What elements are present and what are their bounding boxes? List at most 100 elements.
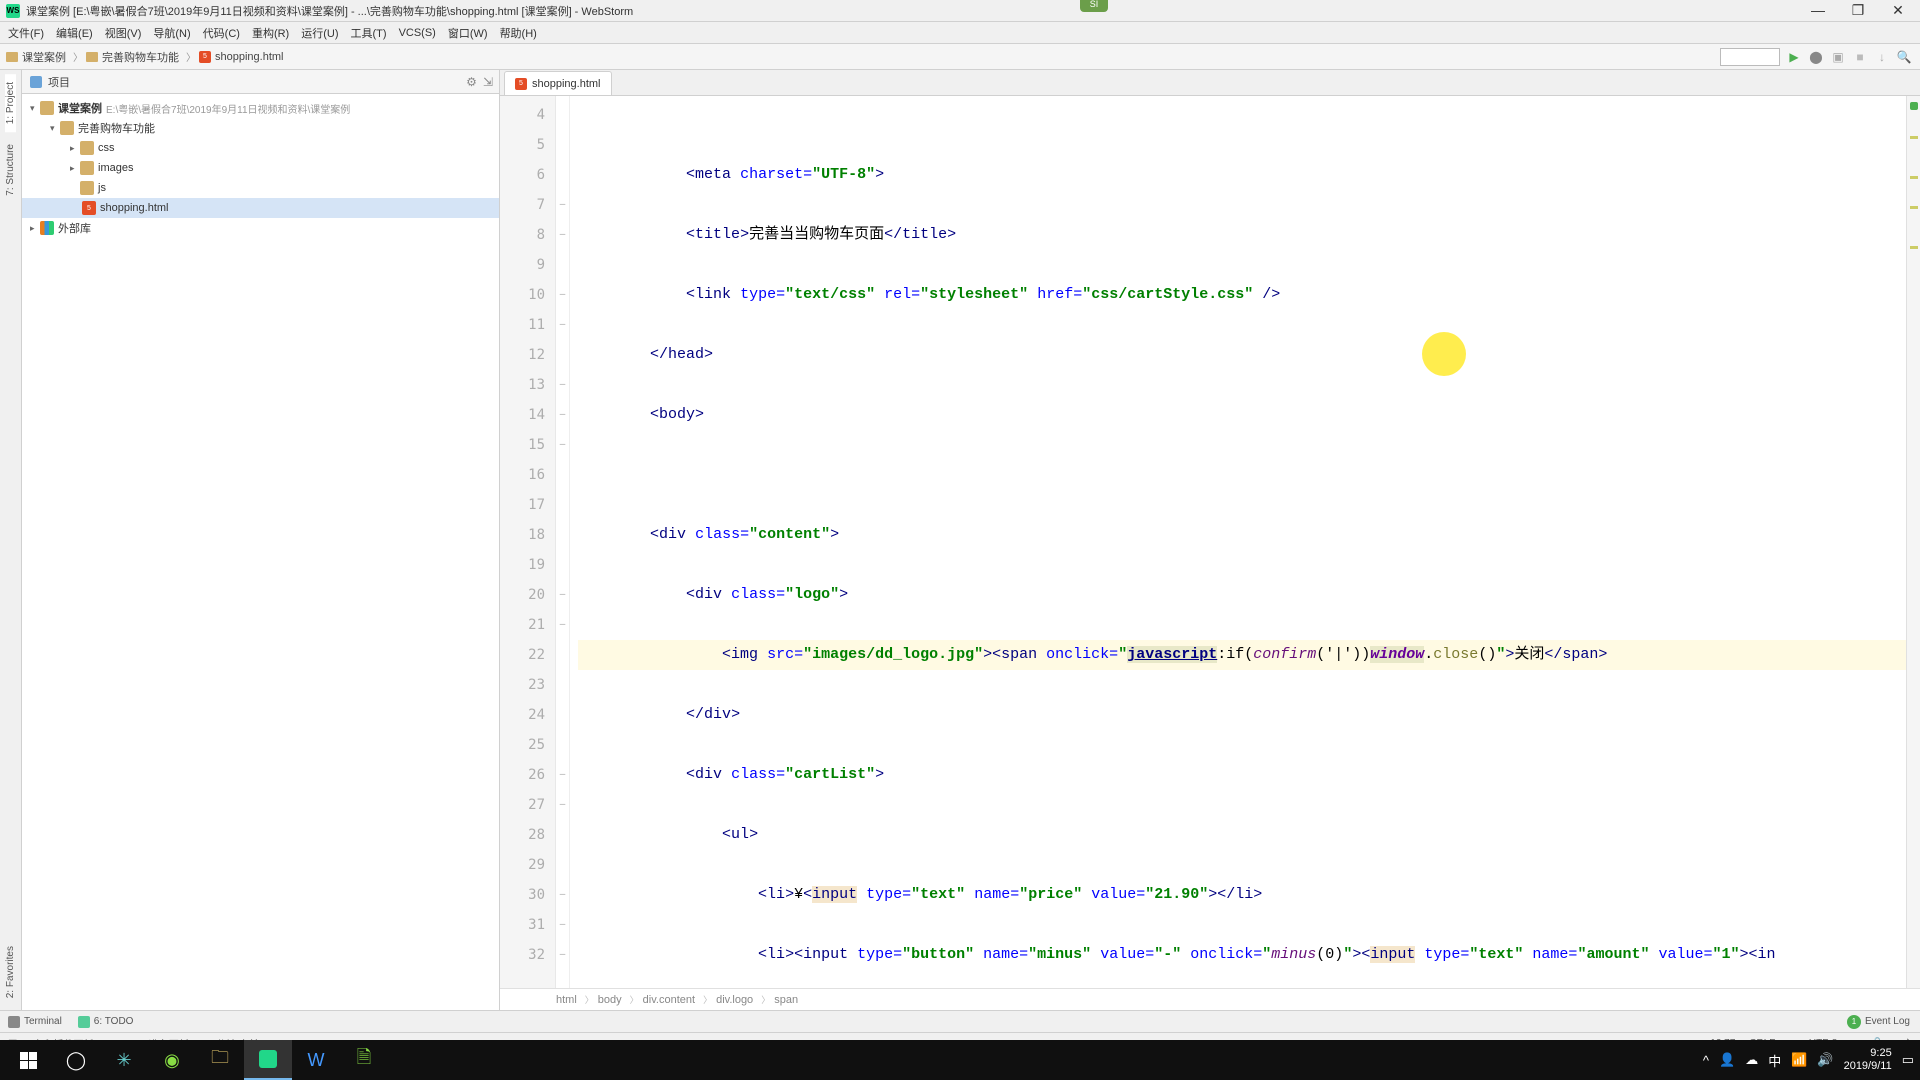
tab-label: Terminal: [24, 1016, 62, 1027]
tab-todo[interactable]: 6: TODO: [78, 1016, 134, 1028]
terminal-icon: [8, 1016, 20, 1028]
breadcrumb-root[interactable]: 课堂案例: [6, 49, 66, 65]
highlight-cursor-icon: [1422, 332, 1466, 376]
editor-breadcrumb: html〉 body〉 div.content〉 div.logo〉 span: [500, 988, 1920, 1010]
tree-arrow-icon[interactable]: ▸: [70, 143, 80, 154]
tree-label: shopping.html: [100, 202, 169, 214]
project-tree[interactable]: ▾ 课堂案例 E:\粤嵌\暑假合7班\2019年9月11日视频和资料\课堂案例 …: [22, 94, 499, 1010]
tray-speaker-icon[interactable]: 🔊: [1817, 1052, 1833, 1068]
coverage-button[interactable]: ▣: [1830, 49, 1846, 65]
tree-label: 完善购物车功能: [78, 120, 155, 136]
close-button[interactable]: ✕: [1878, 0, 1918, 20]
folder-icon: [60, 121, 74, 135]
crumb-html[interactable]: html: [556, 994, 577, 1006]
tab-structure[interactable]: 7: Structure: [5, 136, 16, 204]
event-count-badge: 1: [1847, 1015, 1861, 1029]
menu-view[interactable]: 视图(V): [99, 25, 148, 41]
crumb-div-logo[interactable]: div.logo: [716, 994, 753, 1006]
tree-folder-css[interactable]: ▸ css: [22, 138, 499, 158]
gear-icon[interactable]: ⚙: [466, 75, 477, 89]
code-editor[interactable]: <meta charset="UTF-8"> <title>完善当当购物车页面<…: [570, 96, 1906, 988]
breadcrumb-folder[interactable]: 完善购物车功能: [86, 49, 179, 65]
tab-project[interactable]: 1: Project: [5, 74, 16, 132]
tree-arrow-icon[interactable]: ▾: [50, 123, 60, 134]
start-button[interactable]: [4, 1040, 52, 1080]
tray-cloud-icon[interactable]: ☁: [1745, 1052, 1758, 1068]
editor-body[interactable]: 4567891011121314151617181920212223242526…: [500, 96, 1920, 988]
clock-date: 2019/9/11: [1844, 1060, 1892, 1073]
tree-root[interactable]: ▾ 课堂案例 E:\粤嵌\暑假合7班\2019年9月11日视频和资料\课堂案例: [22, 98, 499, 118]
webstorm-icon: [259, 1050, 277, 1068]
system-tray: ^ 👤 ☁ 中 📶 🔊 9:25 2019/9/11 ▭: [1703, 1047, 1914, 1073]
project-icon: [30, 76, 42, 88]
tab-favorites[interactable]: 2: Favorites: [5, 938, 16, 1006]
cortana-button[interactable]: ◯: [52, 1040, 100, 1080]
app-icon: WS: [6, 4, 20, 18]
folder-icon: [80, 161, 94, 175]
library-icon: [40, 221, 54, 235]
warning-marker: [1910, 246, 1918, 249]
crumb-body[interactable]: body: [598, 994, 622, 1006]
editor-tab-shopping[interactable]: 5 shopping.html: [504, 71, 612, 95]
taskbar-clock[interactable]: 9:25 2019/9/11: [1844, 1047, 1892, 1073]
webstorm-taskbar-button[interactable]: [244, 1040, 292, 1080]
fold-gutter: ––––––––––––––: [556, 96, 570, 988]
html-icon: 5: [515, 78, 527, 90]
editor-area: 5 shopping.html 456789101112131415161718…: [500, 70, 1920, 1010]
tree-external-libs[interactable]: ▸ 外部库: [22, 218, 499, 238]
menu-code[interactable]: 代码(C): [197, 25, 246, 41]
breadcrumb-file[interactable]: 5shopping.html: [199, 51, 284, 63]
crumb-span[interactable]: span: [774, 994, 798, 1006]
folder-icon: [80, 141, 94, 155]
menu-vcs[interactable]: VCS(S): [393, 27, 442, 39]
taskbar-app[interactable]: ✳: [100, 1040, 148, 1080]
tree-file-shopping[interactable]: 5 shopping.html: [22, 198, 499, 218]
tree-label: css: [98, 142, 115, 154]
breadcrumb-label: shopping.html: [215, 51, 284, 63]
crumb-div-content[interactable]: div.content: [643, 994, 695, 1006]
tree-arrow-icon[interactable]: ▸: [30, 223, 40, 234]
menu-refactor[interactable]: 重构(R): [246, 25, 295, 41]
menu-tools[interactable]: 工具(T): [345, 25, 393, 41]
vcs-update-button[interactable]: ↓: [1874, 49, 1890, 65]
run-config-select[interactable]: [1720, 48, 1780, 66]
marker-strip[interactable]: [1906, 96, 1920, 988]
tree-folder-js[interactable]: ▸ js: [22, 178, 499, 198]
menu-file[interactable]: 文件(F): [2, 25, 50, 41]
maximize-button[interactable]: ❐: [1838, 0, 1878, 20]
tray-people-icon[interactable]: 👤: [1719, 1052, 1735, 1068]
tree-folder[interactable]: ▾ 完善购物车功能: [22, 118, 499, 138]
search-button[interactable]: 🔍: [1896, 49, 1912, 65]
menu-run[interactable]: 运行(U): [295, 25, 344, 41]
tab-terminal[interactable]: Terminal: [8, 1016, 62, 1028]
taskbar-app[interactable]: 🗎: [340, 1040, 388, 1080]
menu-window[interactable]: 窗口(W): [442, 25, 494, 41]
run-button[interactable]: ▶: [1786, 49, 1802, 65]
breadcrumb-label: 课堂案例: [22, 49, 66, 65]
breadcrumb-sep: 〉: [73, 49, 83, 64]
collapse-icon[interactable]: ⇲: [483, 75, 493, 89]
menu-navigate[interactable]: 导航(N): [147, 25, 196, 41]
windows-taskbar: ◯ ✳ ◉ 🗀 W 🗎 ^ 👤 ☁ 中 📶 🔊 9:25 2019/9/11 ▭: [0, 1040, 1920, 1080]
file-explorer-button[interactable]: 🗀: [196, 1040, 244, 1080]
taskbar-app[interactable]: W: [292, 1040, 340, 1080]
tree-root-path: E:\粤嵌\暑假合7班\2019年9月11日视频和资料\课堂案例: [106, 101, 350, 116]
minimize-button[interactable]: —: [1798, 0, 1838, 20]
tree-arrow-icon[interactable]: ▸: [70, 163, 80, 174]
event-log-button[interactable]: 1 Event Log: [1847, 1015, 1910, 1029]
windows-logo-icon: [20, 1052, 37, 1069]
taskbar-app[interactable]: ◉: [148, 1040, 196, 1080]
line-gutter: 4567891011121314151617181920212223242526…: [500, 96, 556, 988]
tree-arrow-icon[interactable]: ▾: [30, 103, 40, 114]
menu-help[interactable]: 帮助(H): [494, 25, 543, 41]
tray-wifi-icon[interactable]: 📶: [1791, 1052, 1807, 1068]
notifications-button[interactable]: ▭: [1902, 1052, 1914, 1068]
debug-button[interactable]: ⬤: [1808, 49, 1824, 65]
menu-edit[interactable]: 编辑(E): [50, 25, 99, 41]
tray-ime-icon[interactable]: 中: [1768, 1051, 1781, 1070]
tray-chevron-icon[interactable]: ^: [1703, 1053, 1709, 1068]
project-panel: 项目 ⚙ ⇲ ▾ 课堂案例 E:\粤嵌\暑假合7班\2019年9月11日视频和资…: [22, 70, 500, 1010]
tree-folder-images[interactable]: ▸ images: [22, 158, 499, 178]
stop-button[interactable]: ■: [1852, 49, 1868, 65]
event-log-label: Event Log: [1865, 1016, 1910, 1027]
